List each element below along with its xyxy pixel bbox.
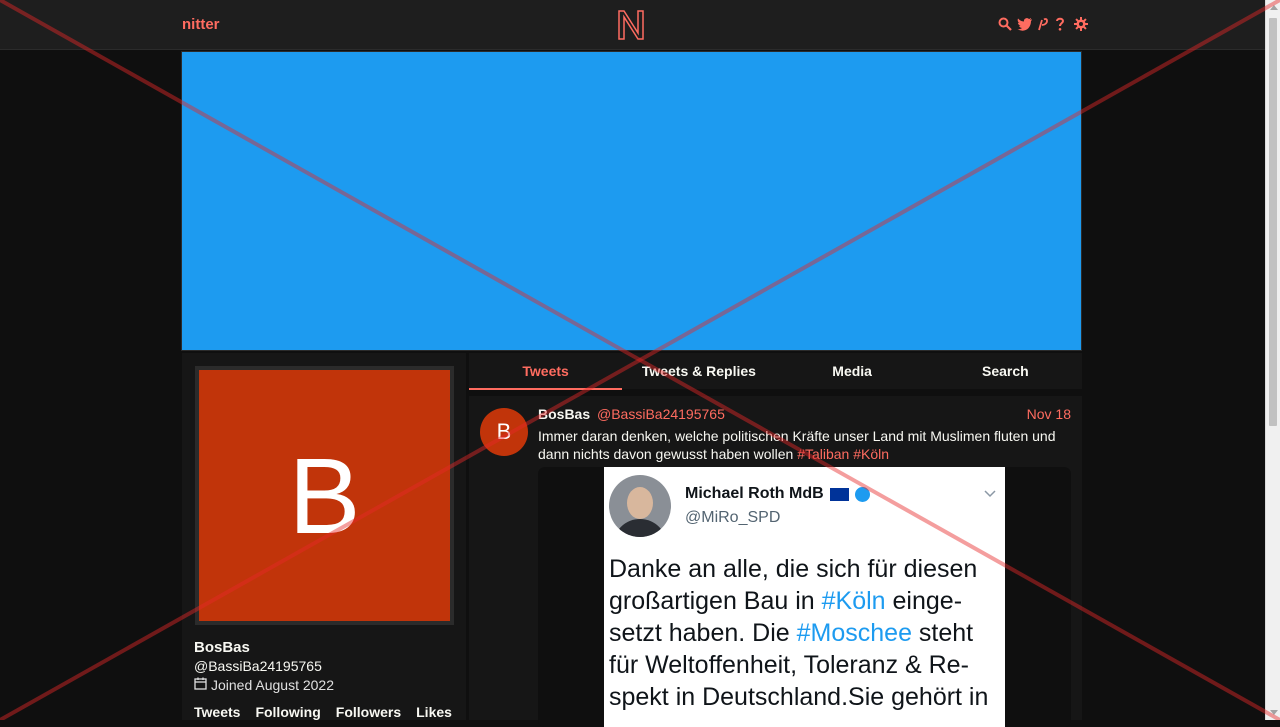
- help-icon[interactable]: [1055, 17, 1069, 31]
- tweet-date[interactable]: Nov 18: [1027, 406, 1071, 422]
- embed-hashtag-moschee: #Moschee: [796, 619, 912, 647]
- embed-author-name: Michael Roth MdB: [685, 485, 824, 502]
- navbar: nitter: [0, 0, 1265, 50]
- tweet-author-handle[interactable]: @BassiBa24195765: [597, 406, 725, 422]
- embed-avatar: [609, 475, 671, 537]
- calendar-icon: [194, 677, 207, 693]
- tab-tweets[interactable]: Tweets: [469, 353, 623, 390]
- profile-avatar[interactable]: B: [195, 366, 454, 625]
- embed-line: setzt haben. Die #Moschee steht: [609, 619, 974, 647]
- nav-icons: [998, 17, 1088, 31]
- embed-author: Michael Roth MdB: [685, 485, 870, 503]
- profile-banner[interactable]: [181, 51, 1082, 351]
- embed-line: spekt in Deutschland.Sie gehört in: [609, 683, 989, 711]
- profile-name[interactable]: BosBas: [194, 639, 250, 656]
- embed-line: großartigen Bau in #Köln einge-: [609, 587, 963, 615]
- scroll-up-arrow-icon[interactable]: [1270, 5, 1278, 10]
- tweet-media[interactable]: Michael Roth MdB @MiRo_SPD Danke an alle…: [538, 467, 1071, 727]
- gear-icon[interactable]: [1074, 17, 1088, 31]
- tweet-author-name[interactable]: BosBas: [538, 406, 590, 422]
- profile-stats: Tweets Following Followers Likes: [194, 704, 452, 720]
- page-scrollbar[interactable]: [1265, 0, 1280, 720]
- rss-icon[interactable]: [1036, 17, 1050, 31]
- stat-followers[interactable]: Followers: [336, 704, 401, 720]
- tab-media[interactable]: Media: [776, 353, 929, 389]
- stat-following[interactable]: Following: [255, 704, 320, 720]
- verified-badge-icon: [854, 486, 870, 502]
- nitter-brand-link[interactable]: nitter: [182, 16, 220, 33]
- twitter-icon[interactable]: [1017, 17, 1032, 31]
- tweet-card[interactable]: B BosBas @BassiBa24195765 Nov 18 Immer d…: [469, 396, 1082, 727]
- embedded-tweet-image[interactable]: Michael Roth MdB @MiRo_SPD Danke an alle…: [604, 467, 1005, 727]
- embed-hashtag-koeln: #Köln: [821, 587, 886, 615]
- stat-tweets[interactable]: Tweets: [194, 704, 240, 720]
- profile-card: B BosBas @BassiBa24195765 Joined August …: [182, 353, 466, 720]
- profile-joined: Joined August 2022: [194, 677, 334, 693]
- stat-likes[interactable]: Likes: [416, 704, 452, 720]
- timeline: Tweets Tweets & Replies Media Search B B…: [469, 353, 1082, 727]
- profile-joined-text: Joined August 2022: [211, 677, 334, 693]
- embed-author-handle: @MiRo_SPD: [685, 509, 781, 526]
- embed-line: für Weltoffenheit, Toleranz & Re-: [609, 651, 969, 679]
- nitter-logo-icon[interactable]: [617, 9, 645, 46]
- scroll-down-arrow-icon[interactable]: [1270, 710, 1278, 715]
- embed-line: Danke an alle, die sich für diesen: [609, 555, 978, 583]
- eu-flag-icon: [829, 487, 849, 501]
- tweet-avatar[interactable]: B: [480, 408, 528, 456]
- scrollbar-thumb[interactable]: [1269, 18, 1277, 426]
- tab-tweets-replies[interactable]: Tweets & Replies: [622, 353, 775, 389]
- chevron-down-icon: [984, 485, 996, 501]
- embed-text: Danke an alle, die sich für diesen großa…: [609, 553, 1004, 713]
- profile-handle[interactable]: @BassiBa24195765: [194, 658, 322, 674]
- search-icon[interactable]: [998, 17, 1012, 31]
- hashtag-koeln[interactable]: #Köln: [853, 446, 889, 462]
- tweet-text: Immer daran denken, welche politischen K…: [538, 427, 1073, 463]
- timeline-tabs: Tweets Tweets & Replies Media Search: [469, 353, 1082, 390]
- hashtag-taliban[interactable]: #Taliban: [797, 446, 849, 462]
- tab-search[interactable]: Search: [929, 353, 1082, 389]
